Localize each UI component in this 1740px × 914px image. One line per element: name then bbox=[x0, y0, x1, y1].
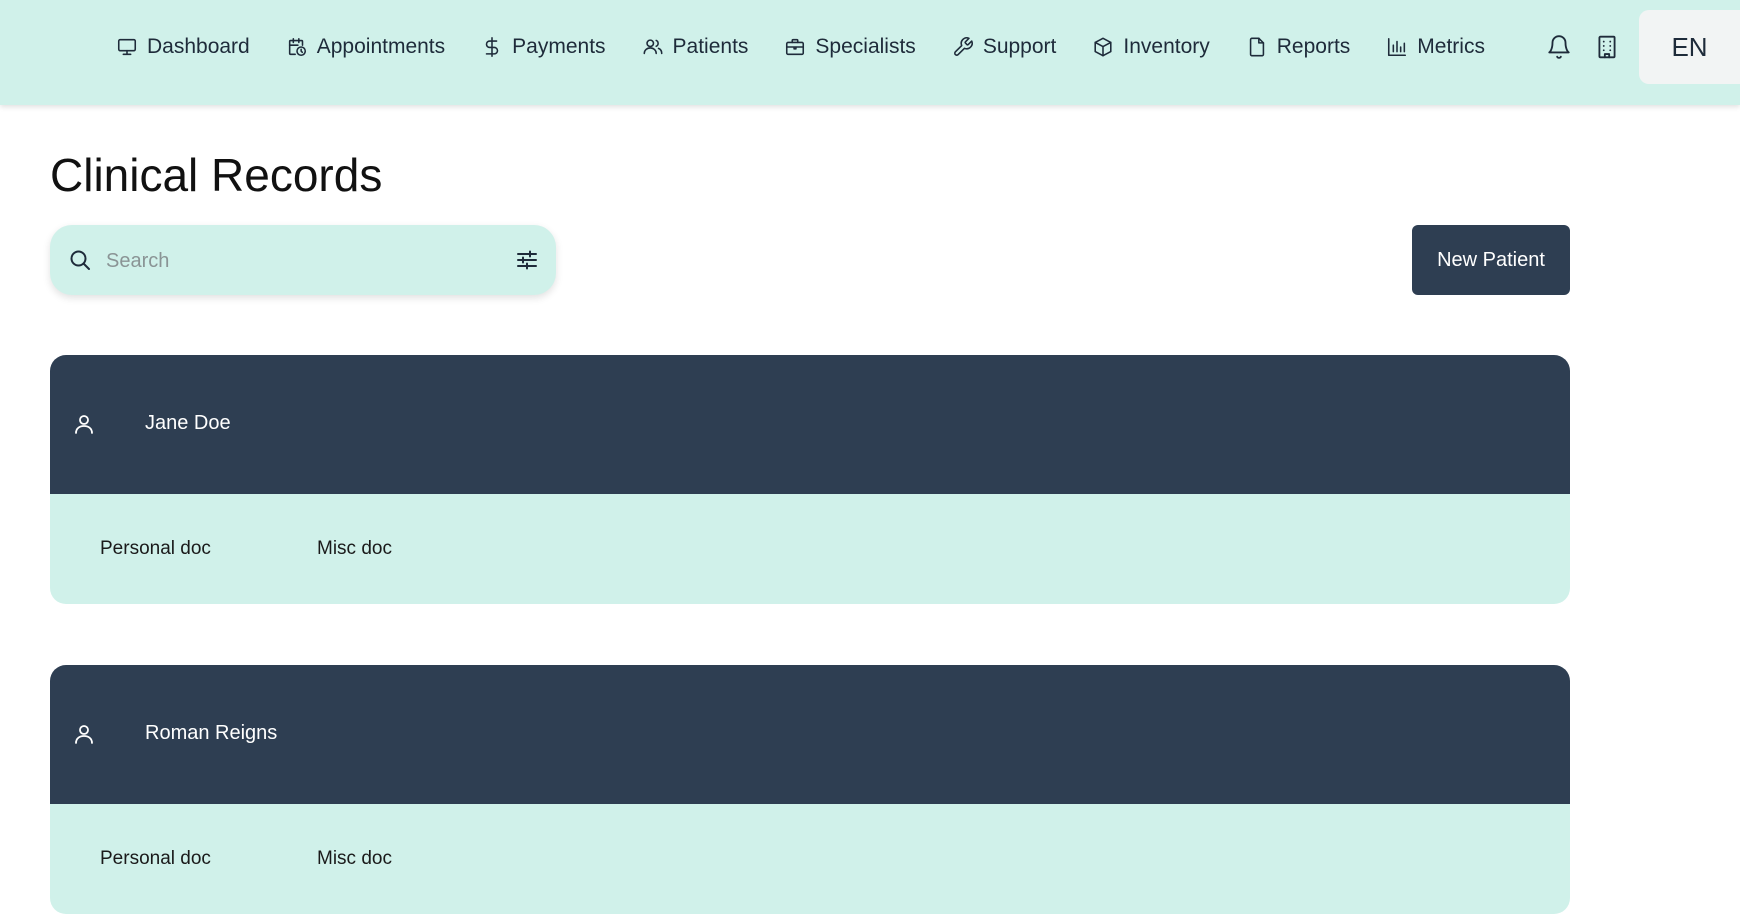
nav-item-label: Reports bbox=[1276, 35, 1351, 58]
nav-item-label: Appointments bbox=[316, 35, 446, 58]
briefcase-icon bbox=[786, 38, 805, 56]
file-icon bbox=[1249, 37, 1264, 57]
nav-item-specialists[interactable]: Specialists bbox=[784, 35, 916, 59]
language-selector[interactable]: EN bbox=[1639, 10, 1740, 84]
patient-record-card: Jane Doe Personal doc Misc doc bbox=[50, 355, 1570, 604]
user-icon bbox=[72, 412, 96, 436]
building-icon bbox=[1598, 35, 1616, 59]
patient-name: Jane Doe bbox=[145, 412, 231, 434]
users-icon bbox=[643, 39, 663, 55]
patient-header[interactable]: Roman Reigns bbox=[50, 665, 1570, 804]
new-patient-button[interactable]: New Patient bbox=[1412, 225, 1570, 295]
misc-doc-link[interactable]: Misc doc bbox=[317, 848, 392, 870]
personal-doc-link[interactable]: Personal doc bbox=[100, 538, 211, 560]
nav-item-appointments[interactable]: Appointments bbox=[286, 35, 445, 59]
nav-item-label: Payments bbox=[512, 35, 606, 58]
user-icon bbox=[72, 722, 96, 746]
notifications-button[interactable] bbox=[1546, 34, 1572, 60]
nav-item-support[interactable]: Support bbox=[952, 35, 1057, 59]
nav-item-label: Dashboard bbox=[147, 35, 250, 58]
nav-item-patients[interactable]: Patients bbox=[642, 35, 749, 59]
search-input[interactable] bbox=[104, 243, 488, 279]
patient-record-card: Roman Reigns Personal doc Misc doc bbox=[50, 665, 1570, 914]
nav-item-label: Specialists bbox=[815, 35, 916, 58]
sliders-icon[interactable] bbox=[515, 248, 539, 272]
bar-chart-icon bbox=[1388, 37, 1407, 57]
nav-item-label: Patients bbox=[672, 35, 749, 58]
patient-name: Roman Reigns bbox=[145, 722, 278, 744]
page-title: Clinical Records bbox=[50, 149, 383, 201]
personal-doc-link[interactable]: Personal doc bbox=[100, 848, 211, 870]
patient-docs: Personal doc Misc doc bbox=[50, 494, 1570, 604]
nav-item-label: Metrics bbox=[1417, 35, 1485, 58]
nav-item-reports[interactable]: Reports bbox=[1246, 35, 1351, 59]
wrench-icon bbox=[953, 37, 973, 56]
main-nav: Dashboard Appointments Payments Patients… bbox=[116, 0, 1521, 94]
nav-item-dashboard[interactable]: Dashboard bbox=[116, 35, 250, 59]
bell-icon bbox=[1548, 35, 1570, 59]
monitor-icon bbox=[117, 38, 137, 56]
patient-header[interactable]: Jane Doe bbox=[50, 355, 1570, 494]
building-button[interactable] bbox=[1594, 34, 1620, 60]
search-icon bbox=[68, 248, 92, 272]
language-label: EN bbox=[1671, 31, 1708, 62]
calendar-clock-icon bbox=[288, 37, 306, 57]
dollar-icon bbox=[485, 37, 499, 57]
nav-item-inventory[interactable]: Inventory bbox=[1092, 35, 1210, 59]
nav-item-payments[interactable]: Payments bbox=[481, 35, 606, 59]
search-bar bbox=[50, 225, 556, 295]
patient-docs: Personal doc Misc doc bbox=[50, 804, 1570, 914]
top-navigation-bar: Dashboard Appointments Payments Patients… bbox=[0, 0, 1740, 105]
nav-item-label: Support bbox=[982, 35, 1057, 58]
box-icon bbox=[1094, 37, 1112, 57]
misc-doc-link[interactable]: Misc doc bbox=[317, 538, 392, 560]
nav-item-label: Inventory bbox=[1123, 35, 1210, 58]
nav-item-metrics[interactable]: Metrics bbox=[1386, 35, 1485, 59]
